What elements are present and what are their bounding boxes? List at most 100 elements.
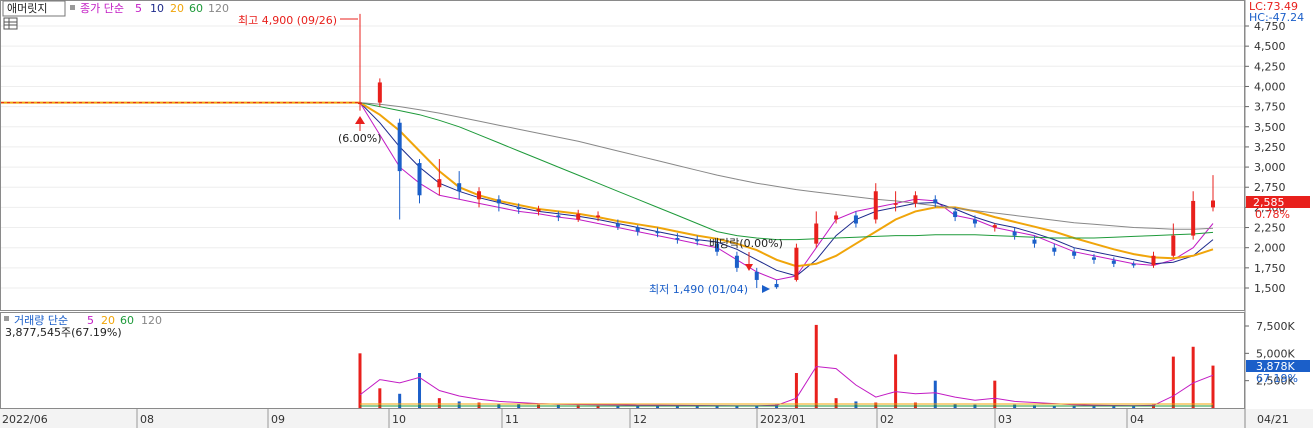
volume-bar bbox=[437, 398, 441, 408]
volume-bar bbox=[874, 402, 878, 408]
volume-bar bbox=[755, 406, 759, 408]
candle-body bbox=[695, 239, 700, 242]
volume-bar bbox=[854, 401, 858, 408]
price-tick-label: 2,000 bbox=[1254, 242, 1286, 255]
date-tick-label: 08 bbox=[140, 413, 154, 426]
candle-body bbox=[1072, 251, 1077, 256]
volume-tick-label: 7,500K bbox=[1256, 320, 1295, 333]
candle-body bbox=[516, 207, 521, 209]
volume-bar bbox=[1211, 365, 1215, 408]
price-tick-label: 2,250 bbox=[1254, 222, 1286, 235]
grid-toggle-icon[interactable] bbox=[3, 17, 18, 30]
candle-body bbox=[1151, 255, 1156, 266]
instrument-tab[interactable]: 애머릿지 bbox=[7, 2, 47, 15]
candle-body bbox=[477, 191, 482, 200]
volume-bar bbox=[457, 401, 461, 408]
date-tick-label: 03 bbox=[998, 413, 1012, 426]
candle-body bbox=[1012, 231, 1017, 236]
price-tick-label: 1,750 bbox=[1254, 262, 1286, 275]
candle-body bbox=[1032, 239, 1037, 244]
candle-body bbox=[635, 227, 640, 232]
volume-info: 3,877,545주(67.19%) bbox=[5, 326, 122, 339]
candle-body bbox=[596, 215, 601, 218]
candle-body bbox=[1052, 247, 1057, 252]
price-tick-label: 3,750 bbox=[1254, 101, 1286, 114]
date-tick-label: 04 bbox=[1130, 413, 1144, 426]
candle-body bbox=[972, 219, 977, 224]
candle-body bbox=[615, 223, 620, 227]
low-annotation: 최저 1,490 (01/04) bbox=[649, 283, 748, 296]
candle-body bbox=[655, 231, 660, 234]
price-tick-label: 3,000 bbox=[1254, 161, 1286, 174]
candle-body bbox=[1131, 263, 1136, 266]
candle-body bbox=[536, 208, 541, 212]
price-tick-label: 3,500 bbox=[1254, 121, 1286, 134]
volume-legend-ma120: 120 bbox=[141, 314, 162, 327]
candle-body bbox=[576, 213, 581, 220]
candle-body bbox=[1091, 257, 1096, 260]
candle-body bbox=[953, 211, 958, 218]
price-tick-label: 4,500 bbox=[1254, 40, 1286, 53]
price-tick-label: 4,250 bbox=[1254, 60, 1286, 73]
candle-body bbox=[1191, 200, 1196, 236]
candle-body bbox=[1211, 200, 1215, 208]
current-change: 0.78% bbox=[1255, 208, 1290, 221]
date-tick-label: 02 bbox=[880, 413, 894, 426]
x-axis-area bbox=[0, 409, 1313, 428]
price-tick-label: 1,500 bbox=[1254, 282, 1286, 295]
candle-body bbox=[774, 283, 779, 288]
date-tick-label: 10 bbox=[392, 413, 406, 426]
volume-legend-ma60: 60 bbox=[120, 314, 134, 327]
volume-bar bbox=[358, 353, 362, 408]
volume-bar bbox=[378, 388, 382, 408]
volume-tick-label: 5,000K bbox=[1256, 347, 1295, 360]
legend-marker-icon bbox=[70, 5, 75, 10]
volume-bar bbox=[477, 402, 481, 408]
legend-ma10: 10 bbox=[150, 2, 164, 15]
candle-body bbox=[397, 122, 402, 172]
candle-body bbox=[377, 82, 382, 103]
candle-body bbox=[893, 203, 898, 205]
volume-bar bbox=[735, 406, 739, 408]
candle-body bbox=[734, 255, 739, 268]
volume-bar bbox=[1171, 356, 1175, 408]
volume-panel bbox=[0, 312, 1245, 409]
price-tick-label: 4,000 bbox=[1254, 80, 1286, 93]
date-tick-label: 09 bbox=[271, 413, 285, 426]
volume-bar bbox=[894, 354, 898, 408]
candle-body bbox=[1111, 260, 1116, 264]
candle-body bbox=[417, 163, 422, 196]
candle-body bbox=[437, 179, 442, 188]
pct-annotation: (6.00%) bbox=[338, 132, 382, 145]
date-tick-label: 04/21 bbox=[1257, 413, 1289, 426]
candle-body bbox=[496, 199, 501, 204]
price-tick-label: 2,750 bbox=[1254, 181, 1286, 194]
current-volume-pct: 67.19% bbox=[1256, 372, 1298, 385]
volume-legend-marker-icon bbox=[4, 316, 9, 321]
date-tick-label: 12 bbox=[633, 413, 647, 426]
candle-body bbox=[457, 183, 462, 192]
candle-body bbox=[1171, 235, 1176, 256]
candle-body bbox=[913, 195, 918, 204]
candle-body bbox=[933, 199, 938, 204]
volume-bar bbox=[1191, 346, 1195, 408]
candle-body bbox=[675, 238, 680, 240]
candle-body bbox=[358, 102, 362, 105]
volume-bar bbox=[913, 402, 917, 408]
volume-bar bbox=[794, 373, 798, 408]
price-axis-ticks: 1,5001,7502,0002,2502,5002,7503,0003,250… bbox=[1245, 20, 1286, 295]
candle-body bbox=[556, 215, 561, 218]
legend-ma120: 120 bbox=[208, 2, 229, 15]
date-tick-label: 2022/06 bbox=[2, 413, 48, 426]
date-tick-label: 2023/01 bbox=[760, 413, 806, 426]
high-annotation: 최고 4,900 (09/26) bbox=[238, 14, 337, 27]
price-legend-prefix: 종가 단순 bbox=[80, 2, 124, 15]
dividend-annotation: 배당락(0.00%) bbox=[709, 237, 783, 250]
candle-body bbox=[834, 215, 839, 220]
hc-label: HC:-47.24 bbox=[1249, 11, 1304, 24]
stock-chart[interactable]: 1,5001,7502,0002,2502,5002,7503,0003,250… bbox=[0, 0, 1313, 428]
candle-body bbox=[814, 223, 819, 244]
candle-body bbox=[853, 215, 858, 224]
date-tick-label: 11 bbox=[505, 413, 519, 426]
volume-bar bbox=[834, 398, 838, 408]
